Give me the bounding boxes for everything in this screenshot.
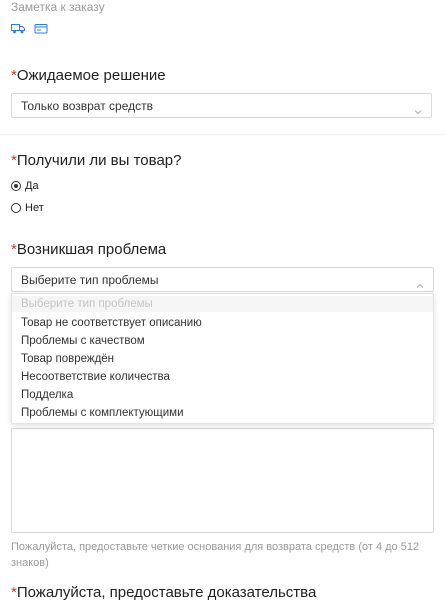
- radio-option-no[interactable]: Нет: [11, 202, 71, 216]
- radio-no-label: Нет: [25, 202, 44, 214]
- problem-title: *Возникшая проблема: [11, 241, 166, 259]
- radio-no[interactable]: [11, 203, 21, 213]
- chevron-up-icon: [416, 276, 424, 294]
- expected-solution-value: Только возврат средств: [21, 99, 153, 113]
- received-item-title: *Получили ли вы товар?: [11, 152, 181, 170]
- evidence-title: *Пожалуйста, предоставьте доказательства: [11, 584, 316, 602]
- evidence-label: Пожалуйста, предоставьте доказательства: [16, 584, 317, 601]
- card-icon[interactable]: [34, 22, 53, 39]
- dropdown-option-parts[interactable]: Проблемы с комплектующими: [21, 406, 184, 420]
- expected-solution-select[interactable]: Только возврат средств: [11, 93, 432, 118]
- radio-yes[interactable]: [11, 181, 21, 191]
- problem-dropdown: Выберите тип проблемы Товар не соответст…: [11, 293, 434, 424]
- order-icons: [11, 22, 53, 38]
- dropdown-option-quantity[interactable]: Несоответствие количества: [21, 370, 170, 384]
- reason-hint: Пожалуйста, предоставьте четкие основани…: [11, 541, 420, 569]
- received-item-label: Получили ли вы товар?: [16, 152, 182, 169]
- reason-textarea[interactable]: [11, 428, 434, 533]
- problem-select[interactable]: Выберите тип проблемы: [11, 267, 434, 292]
- dropdown-option-placeholder[interactable]: Выберите тип проблемы: [21, 297, 153, 311]
- truck-icon[interactable]: [11, 22, 34, 39]
- dropdown-option-quality[interactable]: Проблемы с качеством: [21, 334, 145, 348]
- radio-yes-label: Да: [25, 180, 39, 192]
- expected-solution-title: *Ожидаемое решение: [11, 67, 166, 85]
- radio-option-yes[interactable]: Да: [11, 180, 71, 194]
- dropdown-option-fake[interactable]: Подделка: [21, 388, 73, 402]
- dropdown-option-damaged[interactable]: Товар повреждён: [21, 352, 114, 366]
- problem-label: Возникшая проблема: [16, 241, 167, 258]
- section-divider: [0, 134, 446, 135]
- order-note-label: Заметка к заказу: [11, 0, 105, 14]
- problem-select-placeholder: Выберите тип проблемы: [21, 273, 159, 287]
- dropdown-option-not-as-described[interactable]: Товар не соответствует описанию: [21, 316, 202, 330]
- expected-solution-label: Ожидаемое решение: [16, 67, 166, 84]
- chevron-down-icon: [414, 102, 422, 120]
